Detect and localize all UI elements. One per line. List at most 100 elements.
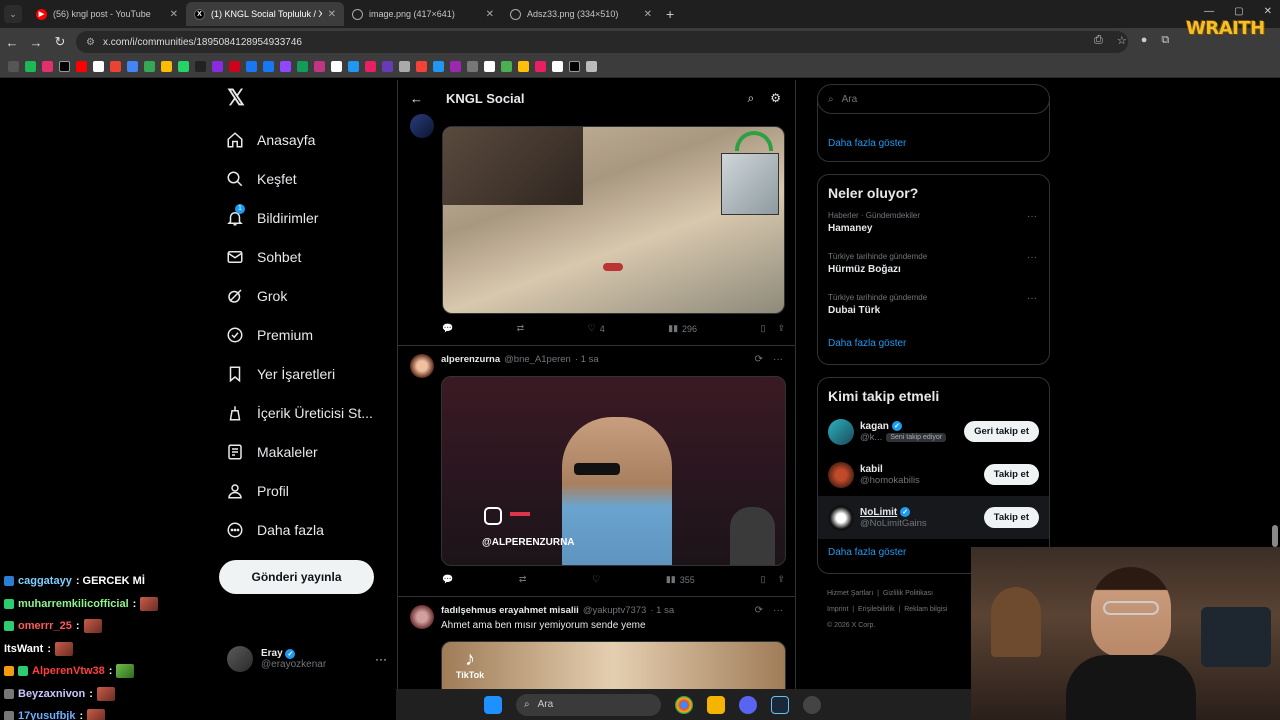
like-button[interactable]: ♡	[592, 574, 600, 585]
more-options-icon[interactable]: ···	[375, 652, 387, 666]
follow-button[interactable]: Takip et	[983, 464, 1039, 485]
bookmark-icon[interactable]	[263, 61, 274, 72]
chrome-icon[interactable]	[675, 695, 693, 714]
bookmark-icon[interactable]	[93, 61, 104, 72]
bookmark-icon[interactable]	[178, 61, 189, 72]
sidebar-item-creator-studio[interactable]: İçerik Üreticisi St...	[222, 393, 392, 432]
bookmark-icon[interactable]	[212, 61, 223, 72]
bookmark-icon[interactable]	[280, 61, 291, 72]
bookmark-icon[interactable]	[161, 61, 172, 72]
bookmark-icon[interactable]	[467, 61, 478, 72]
avatar[interactable]	[410, 114, 434, 138]
views-button[interactable]: ▮▮ 296	[668, 323, 697, 334]
steam-icon[interactable]	[771, 695, 789, 714]
footer-link[interactable]: Reklam bilgisi	[904, 606, 947, 613]
tab-search-button[interactable]: ⌄	[4, 5, 22, 23]
views-button[interactable]: ▮▮ 355	[666, 574, 695, 585]
bookmark-icon[interactable]	[297, 61, 308, 72]
share-icon[interactable]: ⇪	[777, 323, 785, 334]
follow-suggestion[interactable]: kabil @homokabilis Takip et	[818, 453, 1049, 496]
tweet-author-name[interactable]: fadılşehmus erayahmet misalii	[441, 605, 579, 616]
browser-tab-x[interactable]: X (1) KNGL Social Topluluk / X ✕	[186, 2, 344, 26]
bookmark-icon[interactable]	[195, 61, 206, 72]
taskbar-search[interactable]: ⌕ Ara	[516, 693, 661, 716]
post-button[interactable]: Gönderi yayınla	[219, 560, 374, 594]
bookmark-icon[interactable]	[416, 61, 427, 72]
more-options-icon[interactable]: ···	[773, 354, 783, 365]
sidebar-item-messages[interactable]: Sohbet	[222, 237, 392, 276]
app-icon[interactable]	[803, 695, 821, 714]
sidebar-item-explore[interactable]: Keşfet	[222, 159, 392, 198]
tweet-media-video[interactable]	[442, 126, 785, 314]
reload-icon[interactable]: ↻	[48, 34, 72, 50]
browser-tab-image[interactable]: image.png (417×641) ✕	[344, 2, 502, 26]
sidebar-item-articles[interactable]: Makaleler	[222, 432, 392, 471]
bookmark-icon[interactable]	[535, 61, 546, 72]
bookmark-icon[interactable]	[229, 61, 240, 72]
bookmark-icon[interactable]	[484, 61, 495, 72]
retweet-button[interactable]: ⇄	[517, 323, 525, 334]
more-options-icon[interactable]: ···	[1027, 252, 1037, 263]
more-options-icon[interactable]: ···	[1027, 211, 1037, 222]
new-tab-button[interactable]: +	[666, 6, 674, 22]
bookmark-icon[interactable]	[314, 61, 325, 72]
footer-link[interactable]: Hizmet Şartları	[827, 590, 873, 597]
trend-item[interactable]: Türkiye tarihinde gündemde Hürmüz Boğazı…	[818, 248, 1049, 289]
footer-link[interactable]: Gizlilik Politikası	[883, 590, 933, 597]
follow-back-button[interactable]: Geri takip et	[964, 421, 1039, 442]
avatar[interactable]	[410, 605, 434, 629]
bookmark-icon[interactable]	[59, 61, 70, 72]
install-icon[interactable]: ⎙	[1094, 34, 1103, 47]
forward-icon[interactable]: →	[24, 35, 48, 50]
bookmark-icon[interactable]	[246, 61, 257, 72]
more-options-icon[interactable]: ···	[1027, 293, 1037, 304]
grok-icon[interactable]: ⟳	[755, 605, 763, 616]
gear-icon[interactable]: ⚙	[770, 91, 781, 106]
close-icon[interactable]: ✕	[170, 9, 178, 20]
maximize-icon[interactable]: ▢	[1234, 6, 1243, 17]
bookmark-icon[interactable]	[552, 61, 563, 72]
close-window-icon[interactable]: ✕	[1264, 6, 1272, 17]
retweet-button[interactable]: ⇄	[519, 574, 527, 585]
apps-icon[interactable]	[8, 61, 19, 72]
grok-icon[interactable]: ⟳	[755, 354, 763, 365]
follow-suggestion[interactable]: kagan ✓ @k... Seni takip ediyor Geri takip…	[818, 410, 1049, 453]
show-more-link[interactable]: Daha fazla göster	[818, 138, 916, 149]
bookmark-icon[interactable]	[25, 61, 36, 72]
browser-tab-adsz[interactable]: Adsz33.png (334×510) ✕	[502, 2, 660, 26]
sidebar-item-profile[interactable]: Profil	[222, 471, 392, 510]
bookmark-icon[interactable]: ▯	[760, 323, 765, 334]
star-icon[interactable]: ☆	[1117, 34, 1127, 47]
bookmark-icon[interactable]	[42, 61, 53, 72]
tweet-author-handle[interactable]: @yakuptv7373	[583, 605, 647, 616]
sidebar-item-bookmarks[interactable]: Yer İşaretleri	[222, 354, 392, 393]
extension-icon[interactable]: ●	[1141, 34, 1148, 47]
follow-suggestion[interactable]: NoLimit ✓ @NoLimitGains Takip et	[818, 496, 1049, 539]
bookmark-icon[interactable]	[433, 61, 444, 72]
x-logo-icon[interactable]: 𝕏	[224, 86, 248, 110]
browser-tab-youtube[interactable]: ▶ (56) kngl post - YouTube ✕	[28, 2, 186, 26]
site-info-icon[interactable]: ⚙	[86, 37, 95, 48]
back-icon[interactable]: ←	[0, 35, 24, 50]
puzzle-icon[interactable]: ⧉	[1161, 34, 1169, 47]
bookmark-icon[interactable]	[331, 61, 342, 72]
bookmark-icon[interactable]	[569, 61, 580, 72]
reply-button[interactable]: 💬	[442, 574, 453, 585]
close-icon[interactable]: ✕	[644, 9, 652, 20]
bookmark-icon[interactable]	[450, 61, 461, 72]
minimize-icon[interactable]: —	[1204, 6, 1214, 17]
bookmark-icon[interactable]	[127, 61, 138, 72]
follow-button[interactable]: Takip et	[983, 507, 1039, 528]
address-bar[interactable]: ⚙ x.com/i/communities/189508412895493374…	[76, 31, 1128, 53]
sidebar-item-home[interactable]: Anasayfa	[222, 120, 392, 159]
bookmark-icon[interactable]: ▯	[760, 574, 765, 585]
bookmark-icon[interactable]	[399, 61, 410, 72]
share-icon[interactable]: ⇪	[777, 574, 785, 585]
footer-link[interactable]: Imprint	[827, 606, 848, 613]
bookmark-icon[interactable]	[110, 61, 121, 72]
tweet-media-video[interactable]: @ALPERENZURNA	[441, 376, 786, 566]
account-switcher[interactable]: Eray ✓ @erayozkenar ···	[227, 642, 387, 676]
back-arrow-icon[interactable]: ←	[410, 91, 436, 106]
folder-icon[interactable]	[707, 695, 725, 714]
show-more-link[interactable]: Daha fazla göster	[818, 338, 1049, 349]
